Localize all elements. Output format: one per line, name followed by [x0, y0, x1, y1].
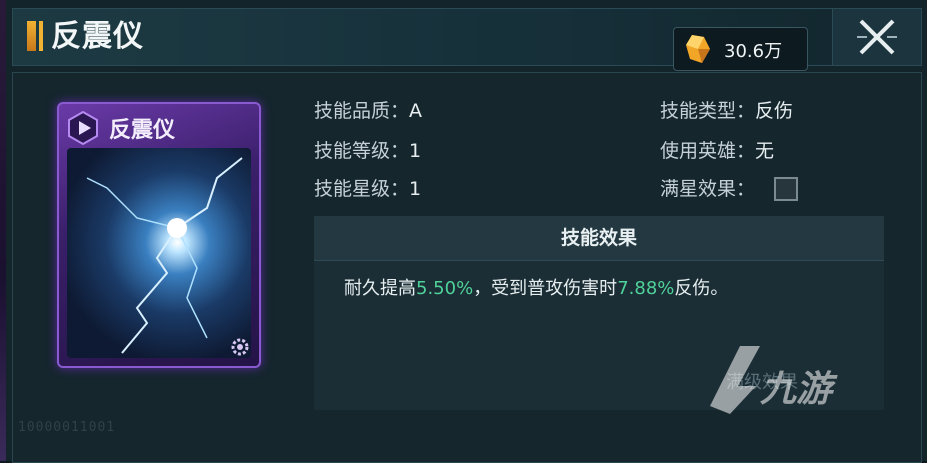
stat-quality-value: A	[409, 100, 423, 122]
stat-hero-value: 无	[755, 140, 775, 162]
stat-level-label: 技能等级：	[314, 140, 410, 162]
currency-value: 30.6万	[724, 41, 783, 62]
stat-quality-label: 技能品质：	[314, 100, 410, 122]
watermark-text: 九游	[760, 369, 833, 410]
effect-text-1: 耐久提高	[344, 278, 416, 299]
stat-hero-label: 使用英雄：	[660, 140, 756, 162]
effect-value-1: 5.50%	[416, 278, 474, 299]
stat-star-label: 技能星级：	[314, 178, 410, 200]
crystal-icon	[686, 35, 710, 63]
stat-star: 技能星级：1	[314, 177, 421, 201]
effect-heading: 技能效果	[314, 216, 884, 261]
stat-star-value: 1	[409, 178, 422, 200]
stat-fullstar-label: 满星效果：	[660, 178, 756, 200]
stat-type-label: 技能类型：	[660, 100, 756, 122]
card-title: 反震仪	[109, 118, 176, 143]
close-button[interactable]	[832, 8, 922, 66]
lightning-art	[86, 157, 243, 354]
stat-fullstar: 满星效果：	[660, 177, 755, 201]
page-title: 反震仪	[51, 19, 144, 54]
card-artwork	[67, 148, 251, 358]
effect-text-3: 反伤。	[674, 278, 729, 299]
effect-value-2: 7.88%	[617, 278, 675, 299]
stat-type: 技能类型：反伤	[660, 99, 793, 123]
title-accent-bar	[27, 21, 36, 51]
effect-description: 耐久提高5.50%，受到普攻伤害时7.88%反伤。	[344, 274, 728, 300]
gear-icon	[231, 338, 249, 356]
stat-type-value: 反伤	[755, 100, 794, 122]
close-icon	[857, 19, 897, 55]
fullstar-checkbox[interactable]	[774, 177, 798, 201]
stat-level-value: 1	[409, 140, 422, 162]
effect-text-2: ，受到普攻伤害时	[473, 278, 618, 299]
stat-hero: 使用英雄：无	[660, 139, 774, 163]
currency-display[interactable]: 30.6万	[673, 27, 808, 71]
stat-level: 技能等级：1	[314, 139, 421, 163]
serial-number: 10000011001	[18, 420, 116, 435]
skill-card[interactable]: 反震仪	[57, 102, 261, 368]
header-bar: 反震仪 30.6万	[12, 8, 846, 71]
title-accent-stripe	[39, 21, 43, 51]
stat-quality: 技能品质：A	[314, 99, 422, 123]
play-emblem-icon	[68, 110, 98, 146]
